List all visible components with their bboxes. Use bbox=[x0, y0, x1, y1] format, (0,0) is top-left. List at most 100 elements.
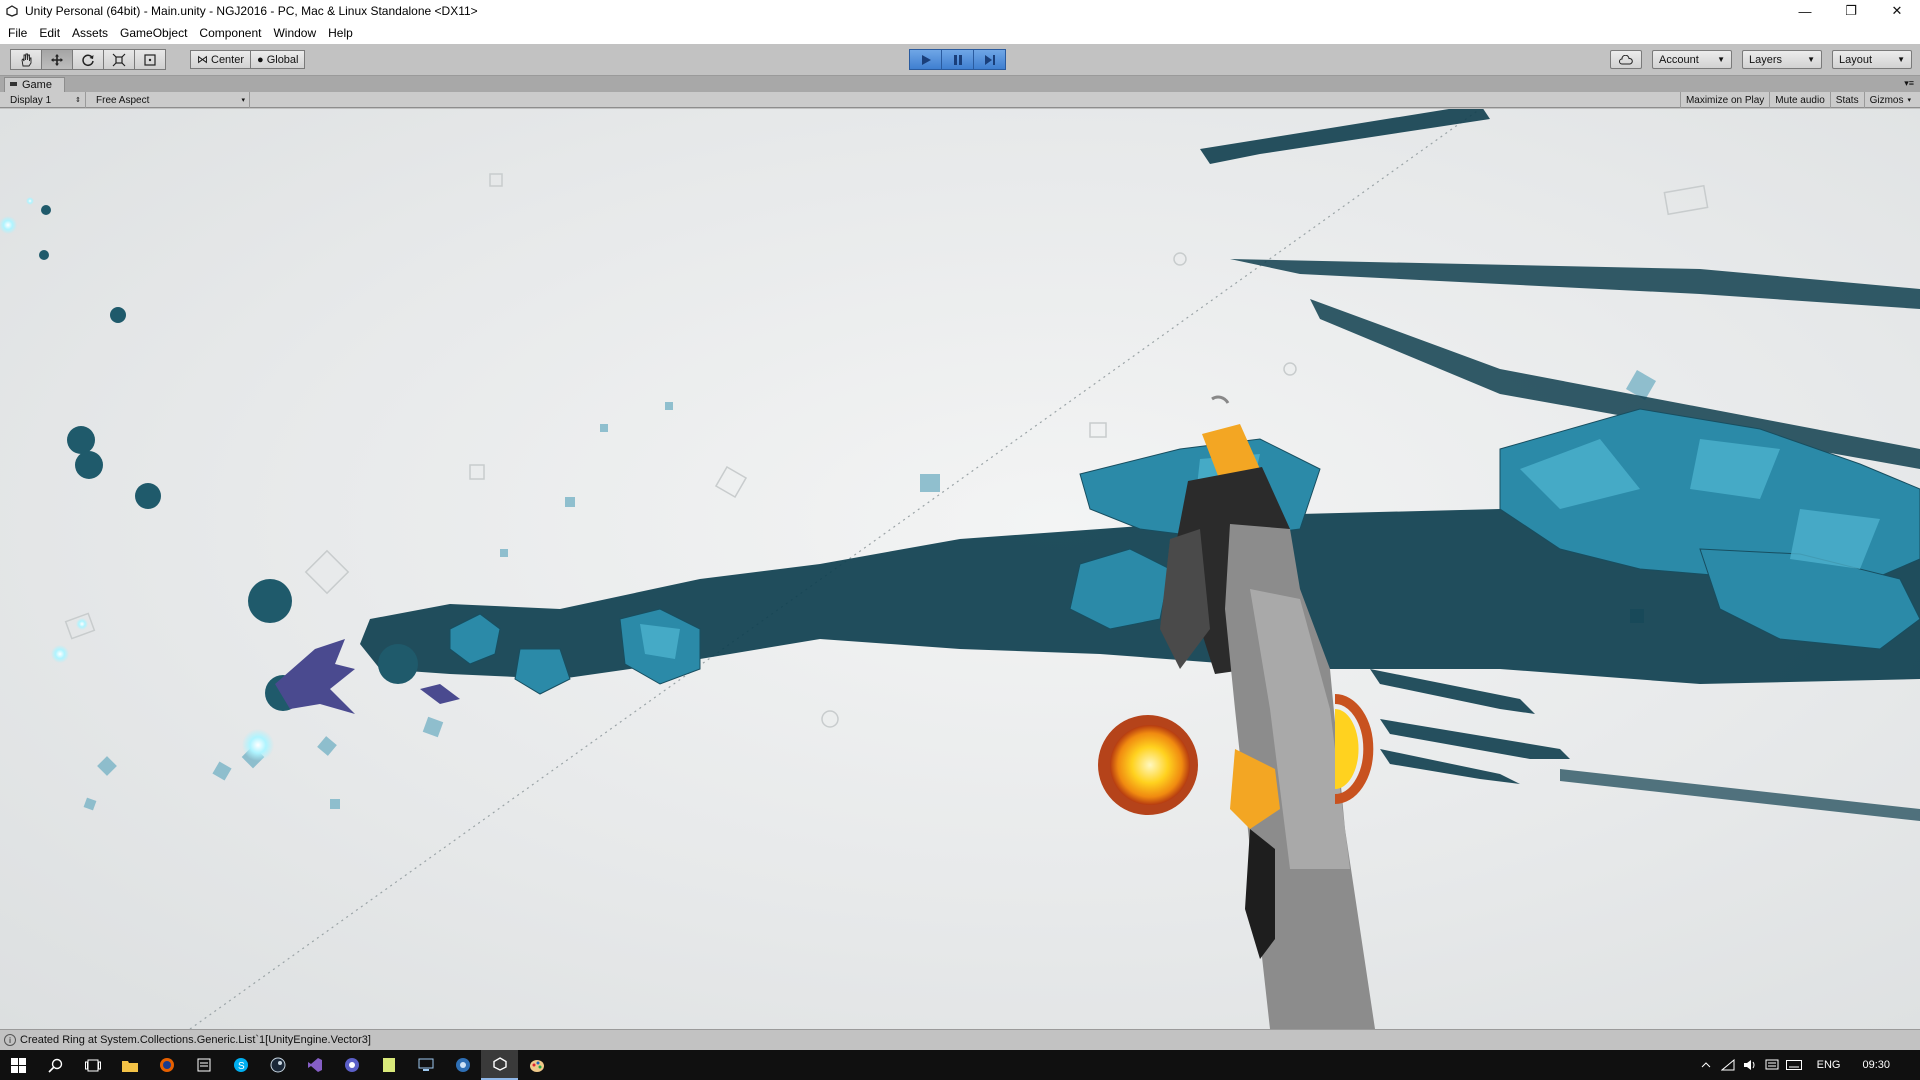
game-viewport[interactable] bbox=[0, 109, 1920, 1029]
layout-dropdown[interactable]: Layout ▼ bbox=[1832, 50, 1912, 69]
display-dropdown[interactable]: Display 1 ⇕ bbox=[4, 92, 86, 108]
network-icon[interactable] bbox=[1717, 1050, 1739, 1080]
maximize-on-play-toggle[interactable]: Maximize on Play bbox=[1679, 92, 1769, 108]
menu-file[interactable]: File bbox=[2, 22, 33, 44]
task-view-icon[interactable] bbox=[74, 1050, 111, 1080]
status-bar[interactable]: i Created Ring at System.Collections.Gen… bbox=[0, 1029, 1920, 1050]
toolbar-right: Account ▼ Layers ▼ Layout ▼ bbox=[1600, 50, 1912, 69]
volume-icon[interactable] bbox=[1739, 1050, 1761, 1080]
firefox-icon[interactable] bbox=[148, 1050, 185, 1080]
menu-bar: File Edit Assets GameObject Component Wi… bbox=[0, 22, 1920, 44]
aspect-dropdown[interactable]: Free Aspect ▾ bbox=[90, 92, 250, 108]
play-icon bbox=[921, 54, 931, 65]
game-tab-bar: Game ▾≡ bbox=[0, 76, 1920, 92]
taskbar-clock[interactable]: 09:30 bbox=[1852, 1059, 1920, 1071]
menu-gameobject[interactable]: GameObject bbox=[114, 22, 193, 44]
energy-orb bbox=[26, 197, 34, 205]
menu-edit[interactable]: Edit bbox=[33, 22, 66, 44]
rect-tool-button[interactable] bbox=[134, 49, 166, 70]
step-button[interactable] bbox=[973, 49, 1006, 70]
paint-icon[interactable] bbox=[518, 1050, 555, 1080]
title-bar: Unity Personal (64bit) - Main.unity - NG… bbox=[0, 0, 1920, 22]
transform-tools bbox=[10, 49, 166, 70]
cloud-button[interactable] bbox=[1610, 50, 1642, 69]
cloud-icon bbox=[1619, 54, 1633, 64]
space-global-button[interactable]: ● Global bbox=[250, 50, 306, 69]
pause-button[interactable] bbox=[941, 49, 974, 70]
rotate-tool-button[interactable] bbox=[72, 49, 104, 70]
menu-assets[interactable]: Assets bbox=[66, 22, 114, 44]
search-icon[interactable] bbox=[37, 1050, 74, 1080]
play-controls bbox=[909, 49, 1006, 70]
scale-tool-button[interactable] bbox=[103, 49, 135, 70]
play-button[interactable] bbox=[909, 49, 942, 70]
game-controller-icon bbox=[9, 79, 18, 91]
chevron-down-icon: ▼ bbox=[1717, 55, 1725, 64]
stats-toggle[interactable]: Stats bbox=[1829, 92, 1864, 108]
pivot-center-icon: ⋈ bbox=[197, 54, 208, 66]
step-icon bbox=[984, 54, 995, 65]
move-tool-button[interactable] bbox=[41, 49, 73, 70]
rect-tool-icon bbox=[144, 53, 156, 66]
notification-icon[interactable] bbox=[1761, 1050, 1783, 1080]
rotate-icon bbox=[82, 54, 94, 66]
game-view-toolbar: Display 1 ⇕ Free Aspect ▾ Maximize on Pl… bbox=[0, 92, 1920, 108]
restore-button[interactable]: ❐ bbox=[1828, 0, 1874, 22]
windows-start-icon[interactable] bbox=[0, 1050, 37, 1080]
notepad-icon[interactable] bbox=[370, 1050, 407, 1080]
system-tray: ENG 09:30 bbox=[1695, 1050, 1920, 1080]
gizmos-label: Gizmos bbox=[1869, 94, 1904, 106]
pause-icon bbox=[953, 54, 962, 65]
hand-icon bbox=[21, 53, 32, 66]
browser-icon[interactable] bbox=[333, 1050, 370, 1080]
energy-orb bbox=[76, 618, 88, 630]
menu-help[interactable]: Help bbox=[322, 22, 359, 44]
energy-orb bbox=[242, 729, 274, 761]
close-button[interactable]: ✕ bbox=[1874, 0, 1920, 22]
aspect-label: Free Aspect bbox=[96, 94, 150, 106]
unity-logo-icon bbox=[5, 4, 19, 18]
remote-desktop-icon[interactable] bbox=[407, 1050, 444, 1080]
hand-tool-button[interactable] bbox=[10, 49, 42, 70]
scale-icon bbox=[112, 53, 126, 66]
chevron-down-icon: ▾ bbox=[241, 97, 245, 104]
unity-icon[interactable] bbox=[481, 1050, 518, 1080]
chevron-down-icon: ▼ bbox=[1807, 55, 1815, 64]
menu-window[interactable]: Window bbox=[267, 22, 322, 44]
pivot-center-label: Center bbox=[211, 53, 245, 66]
visual-studio-icon[interactable] bbox=[296, 1050, 333, 1080]
windows-taskbar: S ENG 09:30 bbox=[0, 1050, 1920, 1080]
notes-icon[interactable] bbox=[185, 1050, 222, 1080]
game-scene bbox=[0, 109, 1920, 1029]
energy-orb bbox=[0, 216, 17, 234]
main-toolbar: ⋈ Center ● Global Account ▼ Layers ▼ Lay… bbox=[0, 44, 1920, 76]
energy-orb bbox=[51, 645, 69, 663]
layers-label: Layers bbox=[1749, 53, 1783, 66]
tab-menu-icon[interactable]: ▾≡ bbox=[1904, 78, 1914, 89]
account-label: Account bbox=[1659, 53, 1699, 66]
skype-icon[interactable]: S bbox=[222, 1050, 259, 1080]
chevron-up-icon[interactable] bbox=[1695, 1050, 1717, 1080]
display-label: Display 1 bbox=[10, 94, 52, 106]
layers-dropdown[interactable]: Layers ▼ bbox=[1742, 50, 1822, 69]
game-view-options: Maximize on Play Mute audio Stats Gizmos… bbox=[1679, 92, 1916, 108]
account-dropdown[interactable]: Account ▼ bbox=[1652, 50, 1732, 69]
mute-audio-toggle[interactable]: Mute audio bbox=[1769, 92, 1829, 108]
chevron-down-icon: ▾ bbox=[1907, 97, 1911, 104]
file-explorer-icon[interactable] bbox=[111, 1050, 148, 1080]
minimize-button[interactable]: — bbox=[1782, 0, 1828, 22]
keyboard-icon[interactable] bbox=[1783, 1050, 1805, 1080]
pivot-center-button[interactable]: ⋈ Center bbox=[190, 50, 252, 69]
language-indicator[interactable]: ENG bbox=[1805, 1059, 1853, 1071]
console-message: Created Ring at System.Collections.Gener… bbox=[20, 1034, 371, 1046]
gizmos-dropdown[interactable]: Gizmos ▾ bbox=[1863, 92, 1916, 108]
steam-icon[interactable] bbox=[259, 1050, 296, 1080]
tab-game[interactable]: Game bbox=[4, 77, 65, 92]
app-icon[interactable] bbox=[444, 1050, 481, 1080]
chevron-down-icon: ▼ bbox=[1897, 55, 1905, 64]
menu-component[interactable]: Component bbox=[193, 22, 267, 44]
globe-icon: ● bbox=[257, 53, 264, 66]
layout-label: Layout bbox=[1839, 53, 1873, 66]
space-global-label: Global bbox=[266, 53, 299, 66]
move-icon bbox=[51, 53, 63, 66]
